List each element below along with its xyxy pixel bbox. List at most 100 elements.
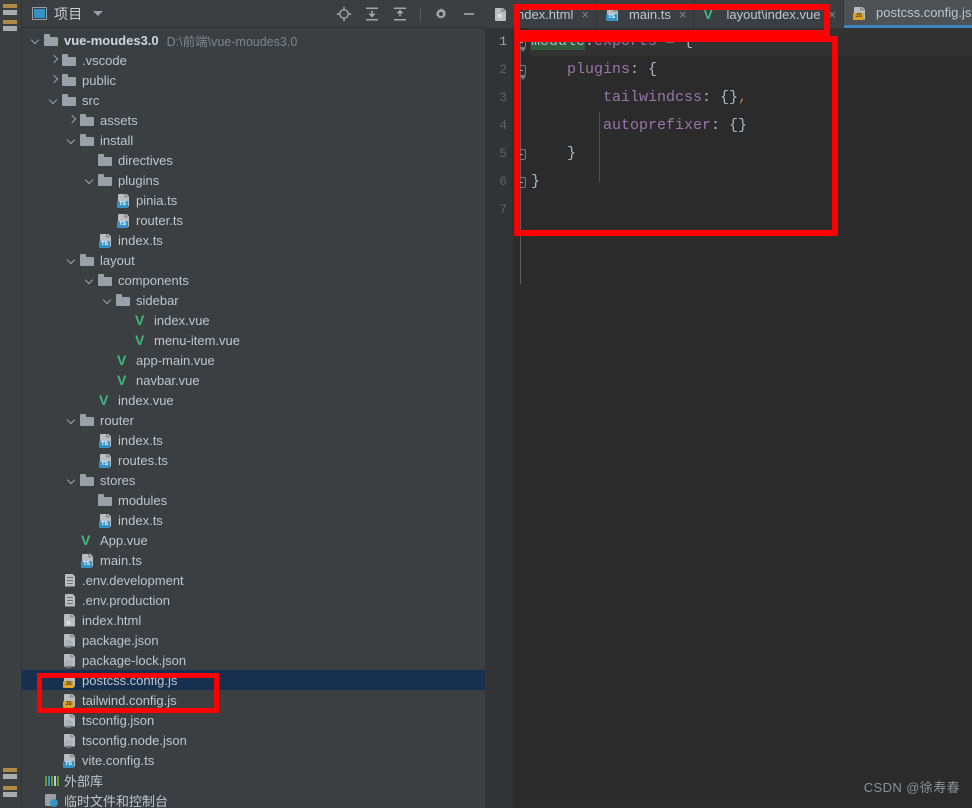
- chevron-open-icon[interactable]: [84, 174, 96, 186]
- code-line[interactable]: module.exports = {: [529, 28, 972, 56]
- hide-panel-icon[interactable]: [461, 6, 477, 22]
- tree-row[interactable]: src: [22, 90, 485, 110]
- tree-row[interactable]: plugins: [22, 170, 485, 190]
- problems-tool-icon[interactable]: [3, 784, 17, 798]
- tree-row[interactable]: .vscode: [22, 50, 485, 70]
- editor-tab-bar[interactable]: Hndex.html × TS main.ts × Vlayout\index.vue × J…: [485, 0, 972, 28]
- code-fold-column[interactable]: [513, 28, 529, 808]
- chevron-open-icon[interactable]: [48, 94, 60, 106]
- editor-tab[interactable]: TS main.ts ×: [597, 0, 695, 28]
- tree-row[interactable]: assets: [22, 110, 485, 130]
- chevron-open-icon[interactable]: [66, 474, 78, 486]
- toolbar-divider: [420, 6, 421, 22]
- project-tool-icon[interactable]: [3, 2, 17, 16]
- tree-row[interactable]: 外部库: [22, 770, 485, 790]
- chevron-open-icon[interactable]: [66, 414, 78, 426]
- tree-row[interactable]: TS pinia.ts: [22, 190, 485, 210]
- select-opened-file-icon[interactable]: [336, 6, 352, 22]
- tree-row[interactable]: vue-moudes3.0 D:\前端\vue-moudes3.0: [22, 30, 485, 50]
- tree-row[interactable]: TS vite.config.ts: [22, 750, 485, 770]
- twisty-spacer: [48, 614, 60, 626]
- tree-row[interactable]: Vindex.vue: [22, 310, 485, 330]
- tree-row[interactable]: V App.vue: [22, 530, 485, 550]
- ts-file-icon: TS: [98, 513, 113, 528]
- tree-row-label: App.vue: [100, 532, 148, 548]
- tree-row[interactable]: JS postcss.config.js: [22, 670, 485, 690]
- chevron-closed-icon[interactable]: [48, 54, 60, 66]
- code-editor[interactable]: 1 2 3 4 5 6 7 module.exports = { plugins: { ta…: [485, 28, 972, 808]
- tree-row[interactable]: @ package-lock.json: [22, 650, 485, 670]
- code-token: }: [531, 173, 541, 190]
- close-icon[interactable]: ×: [581, 7, 589, 22]
- project-path-label: D:\前端\vue-moudes3.0: [166, 34, 298, 49]
- twisty-spacer: [48, 714, 60, 726]
- editor-tab[interactable]: JS postcss.config.js: [844, 0, 972, 28]
- code-line[interactable]: }: [529, 140, 972, 168]
- folder-icon: [80, 413, 95, 428]
- fold-toggle-line1[interactable]: [515, 37, 526, 52]
- chevron-open-icon[interactable]: [30, 34, 42, 46]
- expand-all-icon[interactable]: [364, 6, 380, 22]
- fold-toggle-line2[interactable]: [515, 65, 526, 80]
- tree-row[interactable]: Hindex.html: [22, 610, 485, 630]
- terminal-tool-icon[interactable]: [3, 766, 17, 780]
- vue-file-icon: V: [117, 351, 127, 368]
- chevron-open-icon[interactable]: [102, 294, 114, 306]
- code-line[interactable]: }: [529, 168, 972, 196]
- code-line[interactable]: tailwindcss: {},: [529, 84, 972, 112]
- close-icon[interactable]: ×: [828, 7, 836, 22]
- tree-row[interactable]: Vmenu-item.vue: [22, 330, 485, 350]
- tree-row[interactable]: TS index.ts: [22, 430, 485, 450]
- settings-gear-icon[interactable]: [433, 6, 449, 22]
- tree-row[interactable]: directives: [22, 150, 485, 170]
- tree-row[interactable]: layout: [22, 250, 485, 270]
- tree-row[interactable]: Vnavbar.vue: [22, 370, 485, 390]
- chevron-open-icon[interactable]: [66, 254, 78, 266]
- chevron-closed-icon[interactable]: [48, 74, 60, 86]
- chevron-open-icon[interactable]: [66, 134, 78, 146]
- tree-row[interactable]: Vapp-main.vue: [22, 350, 485, 370]
- tree-row[interactable]: modules: [22, 490, 485, 510]
- fold-toggle-line5[interactable]: [515, 149, 526, 160]
- fold-toggle-line6[interactable]: [515, 177, 526, 188]
- editor-tab[interactable]: Vlayout\index.vue ×: [694, 0, 845, 28]
- tree-row[interactable]: sidebar: [22, 290, 485, 310]
- tree-row[interactable]: @ package.json: [22, 630, 485, 650]
- tree-row[interactable]: @ tsconfig.node.json: [22, 730, 485, 750]
- tree-row[interactable]: Vindex.vue: [22, 390, 485, 410]
- tree-row-label: .vscode: [82, 52, 127, 68]
- chevron-open-icon[interactable]: [84, 274, 96, 286]
- close-icon[interactable]: ×: [679, 7, 687, 22]
- tree-row[interactable]: .env.development: [22, 570, 485, 590]
- tree-row[interactable]: @ tsconfig.json: [22, 710, 485, 730]
- structure-tool-icon[interactable]: [3, 18, 17, 32]
- tree-row[interactable]: TS router.ts: [22, 210, 485, 230]
- collapse-all-icon[interactable]: [392, 6, 408, 22]
- code-content[interactable]: module.exports = { plugins: { tailwindcs…: [529, 28, 972, 808]
- tree-row[interactable]: stores: [22, 470, 485, 490]
- tree-row-label: modules: [118, 492, 168, 508]
- tree-row[interactable]: 临时文件和控制台: [22, 790, 485, 808]
- code-line[interactable]: [529, 196, 972, 224]
- code-line[interactable]: autoprefixer: {}: [529, 112, 972, 140]
- code-token: ,: [738, 89, 748, 106]
- project-file-tree[interactable]: vue-moudes3.0 D:\前端\vue-moudes3.0 .vscode p…: [22, 28, 485, 808]
- tree-row[interactable]: components: [22, 270, 485, 290]
- tree-row[interactable]: TS main.ts: [22, 550, 485, 570]
- tree-row[interactable]: TS index.ts: [22, 510, 485, 530]
- tree-row[interactable]: router: [22, 410, 485, 430]
- twisty-spacer: [102, 354, 114, 366]
- code-line[interactable]: plugins: {: [529, 56, 972, 84]
- tree-row[interactable]: public: [22, 70, 485, 90]
- vue-file-icon: V: [99, 391, 109, 408]
- tree-row[interactable]: install: [22, 130, 485, 150]
- tree-row[interactable]: TS routes.ts: [22, 450, 485, 470]
- tree-row[interactable]: .env.production: [22, 590, 485, 610]
- tree-row[interactable]: TS index.ts: [22, 230, 485, 250]
- line-number: 1: [499, 34, 507, 49]
- ts-file-icon: TS: [98, 433, 113, 448]
- chevron-down-icon[interactable]: [92, 11, 103, 16]
- chevron-closed-icon[interactable]: [66, 114, 78, 126]
- tree-row[interactable]: JS tailwind.config.js: [22, 690, 485, 710]
- editor-tab[interactable]: Hndex.html ×: [485, 0, 597, 28]
